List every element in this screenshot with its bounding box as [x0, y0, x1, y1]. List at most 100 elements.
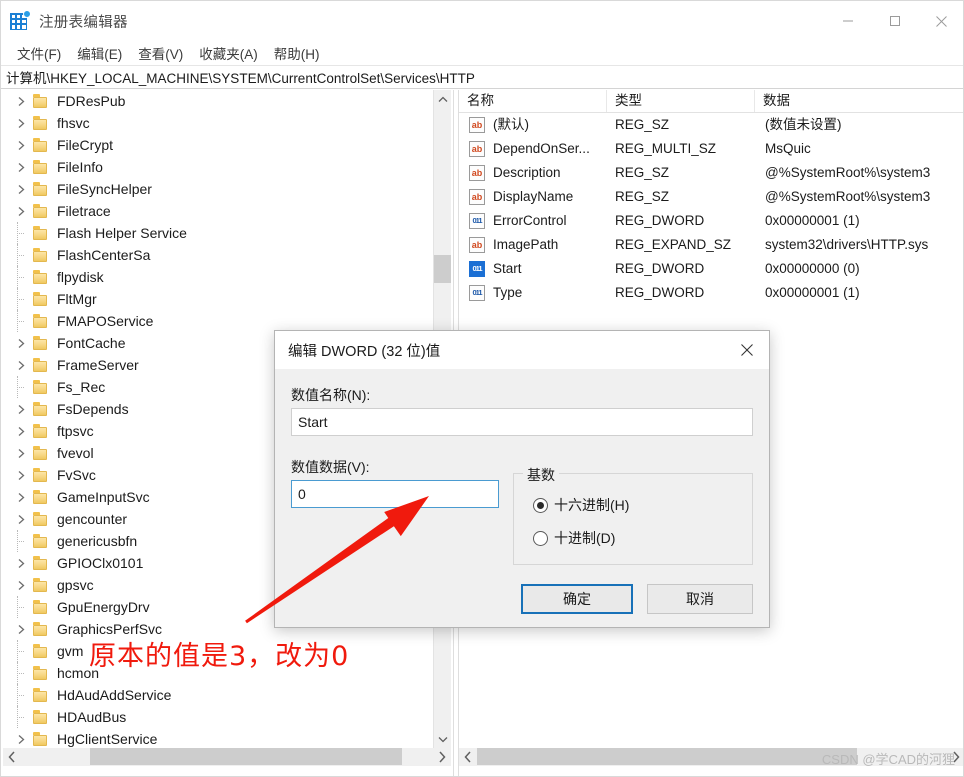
tree-item-label: GraphicsPerfSvc — [57, 621, 163, 637]
base-groupbox — [513, 473, 753, 565]
tree-item-label: fhsvc — [57, 115, 90, 131]
tree-item-label: GameInputSvc — [57, 489, 150, 505]
chevron-right-icon[interactable] — [13, 574, 29, 596]
close-button[interactable] — [918, 1, 963, 41]
tree-item-label: gvm — [57, 643, 84, 659]
scroll-down-icon[interactable] — [434, 730, 451, 748]
tree-item-hgclientservice[interactable]: HgClientService — [3, 728, 433, 748]
registry-path: 计算机\HKEY_LOCAL_MACHINE\SYSTEM\CurrentCon… — [6, 71, 475, 86]
chevron-right-icon[interactable] — [13, 508, 29, 530]
tree-item-label: fvevol — [57, 445, 94, 461]
scroll-up-icon[interactable] — [434, 90, 451, 108]
folder-icon — [33, 490, 49, 504]
menu-edit[interactable]: 编辑(E) — [69, 41, 130, 65]
tree-item-fileinfo[interactable]: FileInfo — [3, 156, 433, 178]
chevron-right-icon[interactable] — [13, 112, 29, 134]
tree-item-flash-helper-service[interactable]: Flash Helper Service — [3, 222, 433, 244]
tree-item-label: FltMgr — [57, 291, 97, 307]
values-cell-data: 0x00000000 (0) — [765, 261, 860, 276]
menu-favorites[interactable]: 收藏夹(A) — [191, 41, 266, 65]
tree-item-label: GPIOClx0101 — [57, 555, 144, 571]
tree-scroll-thumb[interactable] — [434, 255, 451, 283]
tree-item-filesynchelper[interactable]: FileSyncHelper — [3, 178, 433, 200]
tree-item-fhsvc[interactable]: fhsvc — [3, 112, 433, 134]
folder-icon — [33, 688, 49, 702]
value-data-input[interactable]: 0 — [291, 480, 499, 508]
chevron-right-icon[interactable] — [13, 618, 29, 640]
cancel-button[interactable]: 取消 — [647, 584, 753, 614]
tree-item-flpydisk[interactable]: flpydisk — [3, 266, 433, 288]
values-row[interactable]: ab DependOnSer... REG_MULTI_SZ MsQuic — [459, 137, 963, 161]
folder-icon — [33, 270, 49, 284]
minimize-button[interactable] — [824, 1, 871, 41]
column-header-name[interactable]: 名称 — [459, 90, 607, 112]
values-row[interactable]: ab DisplayName REG_SZ @%SystemRoot%\system3 — [459, 185, 963, 209]
value-data-label: 数值数据(V): — [291, 459, 370, 475]
values-vertical-scrollbar[interactable] — [947, 113, 963, 748]
chevron-right-icon[interactable] — [13, 200, 29, 222]
chevron-right-icon[interactable] — [13, 178, 29, 200]
values-scroll-left-icon[interactable] — [459, 748, 477, 766]
chevron-right-icon[interactable] — [13, 442, 29, 464]
radio-hexadecimal[interactable]: 十六进制(H) — [533, 495, 629, 515]
column-header-data[interactable]: 数据 — [755, 90, 963, 112]
tree-connector-icon — [13, 662, 29, 684]
tree-item-hdaudaddservice[interactable]: HdAudAddService — [3, 684, 433, 706]
tree-item-flashcentersa[interactable]: FlashCenterSa — [3, 244, 433, 266]
chevron-right-icon[interactable] — [13, 156, 29, 178]
values-row[interactable]: ab ImagePath REG_EXPAND_SZ system32\drivers… — [459, 233, 963, 257]
values-hscroll-thumb[interactable] — [477, 748, 857, 765]
tree-item-fdrespub[interactable]: FDResPub — [3, 90, 433, 112]
chevron-right-icon[interactable] — [13, 728, 29, 748]
tree-item-fmaposervice[interactable]: FMAPOService — [3, 310, 433, 332]
chevron-right-icon[interactable] — [13, 464, 29, 486]
maximize-button[interactable] — [871, 1, 918, 41]
values-row[interactable]: ab (默认) REG_SZ (数值未设置) — [459, 113, 963, 137]
values-row[interactable]: 011 ErrorControl REG_DWORD 0x00000001 (1) — [459, 209, 963, 233]
chevron-right-icon[interactable] — [13, 486, 29, 508]
tree-connector-icon — [13, 222, 29, 244]
values-cell-data: (数值未设置) — [765, 117, 842, 132]
scroll-left-icon[interactable] — [3, 748, 21, 766]
values-row[interactable]: ab Description REG_SZ @%SystemRoot%\system3 — [459, 161, 963, 185]
chevron-right-icon[interactable] — [13, 552, 29, 574]
folder-icon — [33, 116, 49, 130]
tree-item-filetrace[interactable]: Filetrace — [3, 200, 433, 222]
window-title: 注册表编辑器 — [39, 14, 128, 31]
tree-item-fltmgr[interactable]: FltMgr — [3, 288, 433, 310]
column-header-type[interactable]: 类型 — [607, 90, 755, 112]
tree-item-label: HdAudAddService — [57, 687, 172, 703]
tree-connector-icon — [13, 376, 29, 398]
tree-item-gvm[interactable]: gvm — [3, 640, 433, 662]
menu-view[interactable]: 查看(V) — [130, 41, 191, 65]
ok-button[interactable]: 确定 — [521, 584, 633, 614]
radio-decimal-icon[interactable] — [533, 530, 548, 546]
radio-decimal[interactable]: 十进制(D) — [533, 528, 615, 548]
chevron-right-icon[interactable] — [13, 90, 29, 112]
chevron-right-icon[interactable] — [13, 398, 29, 420]
folder-icon — [33, 622, 49, 636]
radio-hexadecimal-icon[interactable] — [533, 497, 548, 513]
tree-item-hdaudbus[interactable]: HDAudBus — [3, 706, 433, 728]
values-row[interactable]: 011 Start REG_DWORD 0x00000000 (0) — [459, 257, 963, 281]
dialog-close-button[interactable] — [724, 331, 769, 369]
values-cell-type: REG_DWORD — [615, 213, 705, 228]
menu-file[interactable]: 文件(F) — [9, 41, 69, 65]
address-bar[interactable]: 计算机\HKEY_LOCAL_MACHINE\SYSTEM\CurrentCon… — [1, 65, 963, 89]
tree-horizontal-scrollbar[interactable] — [3, 748, 451, 766]
values-row[interactable]: 011 Type REG_DWORD 0x00000001 (1) — [459, 281, 963, 305]
chevron-right-icon[interactable] — [13, 134, 29, 156]
base-group-label: 基数 — [523, 465, 559, 485]
scroll-right-icon[interactable] — [433, 748, 451, 766]
tree-item-label: FileInfo — [57, 159, 103, 175]
menu-help[interactable]: 帮助(H) — [266, 41, 328, 65]
tree-connector-icon — [13, 640, 29, 662]
chevron-right-icon[interactable] — [13, 420, 29, 442]
tree-hscroll-thumb[interactable] — [90, 748, 402, 765]
chevron-right-icon[interactable] — [13, 332, 29, 354]
values-cell-type: REG_SZ — [615, 165, 670, 180]
chevron-right-icon[interactable] — [13, 354, 29, 376]
tree-item-filecrypt[interactable]: FileCrypt — [3, 134, 433, 156]
value-name-input[interactable]: Start — [291, 408, 753, 436]
tree-item-hcmon[interactable]: hcmon — [3, 662, 433, 684]
